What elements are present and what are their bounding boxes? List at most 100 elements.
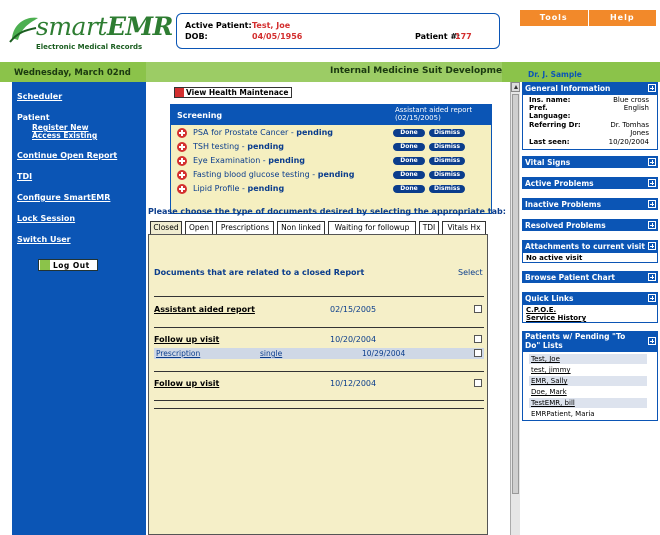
expand-plus-icon[interactable] — [177, 156, 187, 166]
todo-patient-link[interactable]: Test, Joe — [529, 354, 647, 364]
nav-access-existing[interactable]: Access Existing — [32, 131, 97, 140]
scroll-up-arrow-icon[interactable] — [511, 82, 520, 92]
referring-dr-value: Dr. Tomhas — [610, 121, 649, 129]
quick-link-service-history[interactable]: Service History — [526, 314, 586, 322]
expand-plus-icon[interactable] — [177, 184, 187, 194]
done-button[interactable]: Done — [393, 157, 425, 165]
patient-number-label: Patient #: — [415, 32, 461, 41]
nav-lock-session[interactable]: Lock Session — [17, 214, 75, 223]
brand-name: smartEMR — [36, 12, 173, 41]
tab-non-linked[interactable]: Non linked — [277, 221, 325, 234]
top-actions: Tools Help — [520, 10, 656, 26]
smartemr-logo: smartEMR Electronic Medical Records — [8, 8, 173, 52]
todo-lists-header[interactable]: Patients w/ Pending "To Do" Lists — [522, 331, 658, 351]
browse-chart-title: Browse Patient Chart — [525, 273, 615, 282]
quick-link-cpoe[interactable]: C.P.O.E. — [526, 306, 556, 314]
dismiss-button[interactable]: Dismiss — [429, 143, 465, 151]
nav-scheduler[interactable]: Scheduler — [17, 92, 62, 101]
todo-patient-link[interactable]: Doe, Mark — [529, 387, 647, 397]
tab-closed[interactable]: Closed — [150, 221, 182, 234]
linked-document-checkbox[interactable] — [474, 349, 482, 357]
nav-switch-user[interactable]: Switch User — [17, 235, 71, 244]
screening-note-line1: Assistant aided report — [395, 106, 473, 114]
dismiss-button[interactable]: Dismiss — [429, 129, 465, 137]
expand-icon[interactable] — [648, 84, 656, 92]
screening-row: Lipid Profile - pending Done Dismiss — [171, 182, 491, 196]
todo-patient-link[interactable]: TestEMR, bill — [529, 398, 647, 408]
tab-tdi[interactable]: TDI — [419, 221, 439, 234]
documents-header: Documents that are related to a closed R… — [154, 268, 365, 277]
document-select-checkbox[interactable] — [474, 335, 482, 343]
expand-icon[interactable] — [648, 200, 656, 208]
referring-dr-label: Referring Dr: — [529, 121, 581, 129]
linked-document-kind[interactable]: single — [260, 349, 282, 358]
row-divider — [154, 408, 484, 409]
document-tabs: Closed Open Prescriptions Non linked Wai… — [148, 220, 498, 234]
help-button[interactable]: Help — [587, 10, 657, 26]
done-button[interactable]: Done — [393, 171, 425, 179]
tab-prescriptions[interactable]: Prescriptions — [216, 221, 274, 234]
tab-vitals-hx[interactable]: Vitals Hx — [442, 221, 486, 234]
document-title[interactable]: Follow up visit — [154, 379, 219, 388]
dob-label: DOB: — [185, 32, 208, 41]
expand-icon[interactable] — [648, 273, 656, 281]
quick-links-header[interactable]: Quick Links — [522, 292, 658, 304]
browse-chart-header[interactable]: Browse Patient Chart — [522, 271, 658, 283]
expand-plus-icon[interactable] — [177, 170, 187, 180]
screening-item-label: PSA for Prostate Cancer - pending — [193, 128, 334, 137]
expand-icon[interactable] — [648, 242, 656, 250]
screening-item-label: Eye Examination - pending — [193, 156, 305, 165]
quick-links-body: C.P.O.E. Service History — [522, 304, 658, 323]
todo-patient-link[interactable]: EMR, Sally — [529, 376, 647, 386]
view-health-maintenance-button[interactable]: View Health Maintenace — [174, 87, 293, 98]
tab-waiting-for-followup[interactable]: Waiting for followup — [328, 221, 416, 234]
expand-plus-icon[interactable] — [177, 128, 187, 138]
nav-tdi[interactable]: TDI — [17, 172, 32, 181]
inactive-problems-header[interactable]: Inactive Problems — [522, 198, 658, 210]
dismiss-button[interactable]: Dismiss — [429, 171, 465, 179]
nav-configure-smartemr[interactable]: Configure SmartEMR — [17, 193, 110, 202]
dismiss-button[interactable]: Dismiss — [429, 157, 465, 165]
main-content: View Health Maintenace Screening Assista… — [146, 82, 506, 535]
todo-patient-link[interactable]: EMRPatient, Maria — [529, 409, 647, 417]
preferred-language-value: English — [623, 104, 649, 112]
expand-icon[interactable] — [648, 221, 656, 229]
general-information-header[interactable]: General Information — [522, 82, 658, 94]
expand-icon[interactable] — [648, 179, 656, 187]
document-title[interactable]: Follow up visit — [154, 335, 219, 344]
row-divider — [154, 296, 484, 297]
expand-icon[interactable] — [648, 294, 656, 302]
attachments-header[interactable]: Attachments to current visit — [522, 240, 658, 252]
language-label: Language: — [529, 112, 571, 120]
tools-button[interactable]: Tools — [520, 10, 588, 26]
last-seen-value: 10/20/2004 — [608, 138, 649, 146]
active-patient-name[interactable]: Test, Joe — [252, 21, 290, 30]
screening-title: Screening — [177, 111, 223, 120]
document-title[interactable]: Assistant aided report — [154, 305, 255, 314]
expand-icon[interactable] — [648, 337, 656, 345]
vertical-scrollbar[interactable] — [510, 82, 520, 535]
vital-signs-header[interactable]: Vital Signs — [522, 156, 658, 168]
todo-patient-link[interactable]: test, jimmy — [529, 365, 647, 375]
screening-row: Eye Examination - pending Done Dismiss — [171, 154, 491, 168]
expand-icon[interactable] — [648, 158, 656, 166]
nav-patient: Patient — [17, 113, 50, 122]
insurance-value: Blue cross — [613, 96, 649, 104]
active-problems-header[interactable]: Active Problems — [522, 177, 658, 189]
done-button[interactable]: Done — [393, 129, 425, 137]
tab-open[interactable]: Open — [185, 221, 213, 234]
done-button[interactable]: Done — [393, 143, 425, 151]
logout-button[interactable]: Log Out — [38, 259, 98, 271]
scroll-thumb[interactable] — [512, 94, 519, 494]
screening-item-label: TSH testing - pending — [193, 142, 284, 151]
document-select-checkbox[interactable] — [474, 305, 482, 313]
screening-item-label: Lipid Profile - pending — [193, 184, 285, 193]
resolved-problems-header[interactable]: Resolved Problems — [522, 219, 658, 231]
document-select-checkbox[interactable] — [474, 379, 482, 387]
done-button[interactable]: Done — [393, 185, 425, 193]
linked-document-type[interactable]: Prescription — [156, 349, 200, 358]
nav-continue-open-report[interactable]: Continue Open Report — [17, 151, 117, 160]
expand-plus-icon[interactable] — [177, 142, 187, 152]
row-divider — [154, 400, 484, 401]
dismiss-button[interactable]: Dismiss — [429, 185, 465, 193]
